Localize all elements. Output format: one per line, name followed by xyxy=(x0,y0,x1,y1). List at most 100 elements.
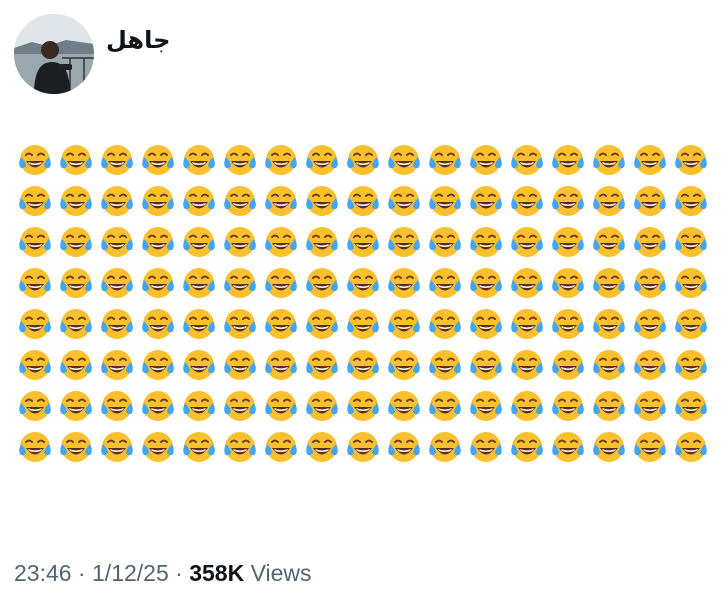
face-with-tears-of-joy-emoji xyxy=(260,345,301,386)
face-with-tears-of-joy-emoji xyxy=(670,263,711,304)
face-with-tears-of-joy-emoji xyxy=(629,427,670,468)
post-date[interactable]: 1/12/25 xyxy=(92,560,169,586)
face-with-tears-of-joy-emoji xyxy=(178,427,219,468)
face-with-tears-of-joy-emoji xyxy=(260,222,301,263)
face-with-tears-of-joy-emoji xyxy=(424,345,465,386)
face-with-tears-of-joy-emoji xyxy=(588,181,629,222)
face-with-tears-of-joy-emoji xyxy=(96,222,137,263)
face-with-tears-of-joy-emoji xyxy=(629,263,670,304)
emoji-grid xyxy=(14,140,711,468)
face-with-tears-of-joy-emoji xyxy=(629,345,670,386)
face-with-tears-of-joy-emoji xyxy=(424,386,465,427)
face-with-tears-of-joy-emoji xyxy=(219,304,260,345)
face-with-tears-of-joy-emoji xyxy=(506,304,547,345)
face-with-tears-of-joy-emoji xyxy=(424,427,465,468)
face-with-tears-of-joy-emoji xyxy=(670,304,711,345)
face-with-tears-of-joy-emoji xyxy=(506,345,547,386)
face-with-tears-of-joy-emoji xyxy=(670,345,711,386)
face-with-tears-of-joy-emoji xyxy=(260,304,301,345)
face-with-tears-of-joy-emoji xyxy=(506,427,547,468)
face-with-tears-of-joy-emoji xyxy=(342,181,383,222)
face-with-tears-of-joy-emoji xyxy=(178,140,219,181)
face-with-tears-of-joy-emoji xyxy=(383,140,424,181)
face-with-tears-of-joy-emoji xyxy=(629,386,670,427)
face-with-tears-of-joy-emoji xyxy=(342,427,383,468)
face-with-tears-of-joy-emoji xyxy=(137,263,178,304)
face-with-tears-of-joy-emoji xyxy=(506,140,547,181)
face-with-tears-of-joy-emoji xyxy=(178,304,219,345)
face-with-tears-of-joy-emoji xyxy=(260,140,301,181)
face-with-tears-of-joy-emoji xyxy=(588,427,629,468)
face-with-tears-of-joy-emoji xyxy=(547,345,588,386)
face-with-tears-of-joy-emoji xyxy=(219,386,260,427)
face-with-tears-of-joy-emoji xyxy=(342,345,383,386)
author-name[interactable]: جاهل xyxy=(106,26,170,54)
face-with-tears-of-joy-emoji xyxy=(670,140,711,181)
face-with-tears-of-joy-emoji xyxy=(137,140,178,181)
face-with-tears-of-joy-emoji xyxy=(465,386,506,427)
face-with-tears-of-joy-emoji xyxy=(14,222,55,263)
meta-separator: · xyxy=(175,560,183,586)
face-with-tears-of-joy-emoji xyxy=(506,222,547,263)
face-with-tears-of-joy-emoji xyxy=(424,263,465,304)
post-time[interactable]: 23:46 xyxy=(14,560,72,586)
avatar[interactable] xyxy=(14,14,94,94)
face-with-tears-of-joy-emoji xyxy=(342,222,383,263)
face-with-tears-of-joy-emoji xyxy=(260,181,301,222)
face-with-tears-of-joy-emoji xyxy=(178,345,219,386)
face-with-tears-of-joy-emoji xyxy=(55,345,96,386)
face-with-tears-of-joy-emoji xyxy=(137,304,178,345)
meta-separator: · xyxy=(77,560,86,586)
face-with-tears-of-joy-emoji xyxy=(219,345,260,386)
face-with-tears-of-joy-emoji xyxy=(629,181,670,222)
face-with-tears-of-joy-emoji xyxy=(14,140,55,181)
face-with-tears-of-joy-emoji xyxy=(55,386,96,427)
view-count: 358K xyxy=(189,560,245,586)
face-with-tears-of-joy-emoji xyxy=(14,386,55,427)
face-with-tears-of-joy-emoji xyxy=(547,427,588,468)
face-with-tears-of-joy-emoji xyxy=(424,304,465,345)
face-with-tears-of-joy-emoji xyxy=(383,222,424,263)
face-with-tears-of-joy-emoji xyxy=(465,263,506,304)
face-with-tears-of-joy-emoji xyxy=(301,140,342,181)
face-with-tears-of-joy-emoji xyxy=(137,222,178,263)
face-with-tears-of-joy-emoji xyxy=(383,263,424,304)
face-with-tears-of-joy-emoji xyxy=(547,222,588,263)
face-with-tears-of-joy-emoji xyxy=(14,427,55,468)
face-with-tears-of-joy-emoji xyxy=(465,140,506,181)
face-with-tears-of-joy-emoji xyxy=(506,263,547,304)
face-with-tears-of-joy-emoji xyxy=(55,181,96,222)
avatar-photo-icon xyxy=(14,14,94,94)
face-with-tears-of-joy-emoji xyxy=(547,386,588,427)
face-with-tears-of-joy-emoji xyxy=(14,345,55,386)
face-with-tears-of-joy-emoji xyxy=(137,427,178,468)
face-with-tears-of-joy-emoji xyxy=(629,304,670,345)
face-with-tears-of-joy-emoji xyxy=(465,345,506,386)
face-with-tears-of-joy-emoji xyxy=(301,181,342,222)
face-with-tears-of-joy-emoji xyxy=(137,181,178,222)
face-with-tears-of-joy-emoji xyxy=(55,222,96,263)
face-with-tears-of-joy-emoji xyxy=(465,427,506,468)
face-with-tears-of-joy-emoji xyxy=(301,345,342,386)
face-with-tears-of-joy-emoji xyxy=(301,386,342,427)
face-with-tears-of-joy-emoji xyxy=(260,263,301,304)
face-with-tears-of-joy-emoji xyxy=(178,263,219,304)
face-with-tears-of-joy-emoji xyxy=(670,386,711,427)
face-with-tears-of-joy-emoji xyxy=(588,263,629,304)
face-with-tears-of-joy-emoji xyxy=(178,222,219,263)
face-with-tears-of-joy-emoji xyxy=(670,181,711,222)
face-with-tears-of-joy-emoji xyxy=(178,181,219,222)
face-with-tears-of-joy-emoji xyxy=(342,386,383,427)
face-with-tears-of-joy-emoji xyxy=(301,427,342,468)
post-meta: 23:46 · 1/12/25 · 358K Views xyxy=(14,560,312,587)
face-with-tears-of-joy-emoji xyxy=(424,181,465,222)
face-with-tears-of-joy-emoji xyxy=(424,222,465,263)
face-with-tears-of-joy-emoji xyxy=(219,181,260,222)
face-with-tears-of-joy-emoji xyxy=(588,345,629,386)
face-with-tears-of-joy-emoji xyxy=(547,304,588,345)
face-with-tears-of-joy-emoji xyxy=(96,304,137,345)
face-with-tears-of-joy-emoji xyxy=(96,181,137,222)
face-with-tears-of-joy-emoji xyxy=(55,304,96,345)
face-with-tears-of-joy-emoji xyxy=(588,304,629,345)
face-with-tears-of-joy-emoji xyxy=(383,304,424,345)
